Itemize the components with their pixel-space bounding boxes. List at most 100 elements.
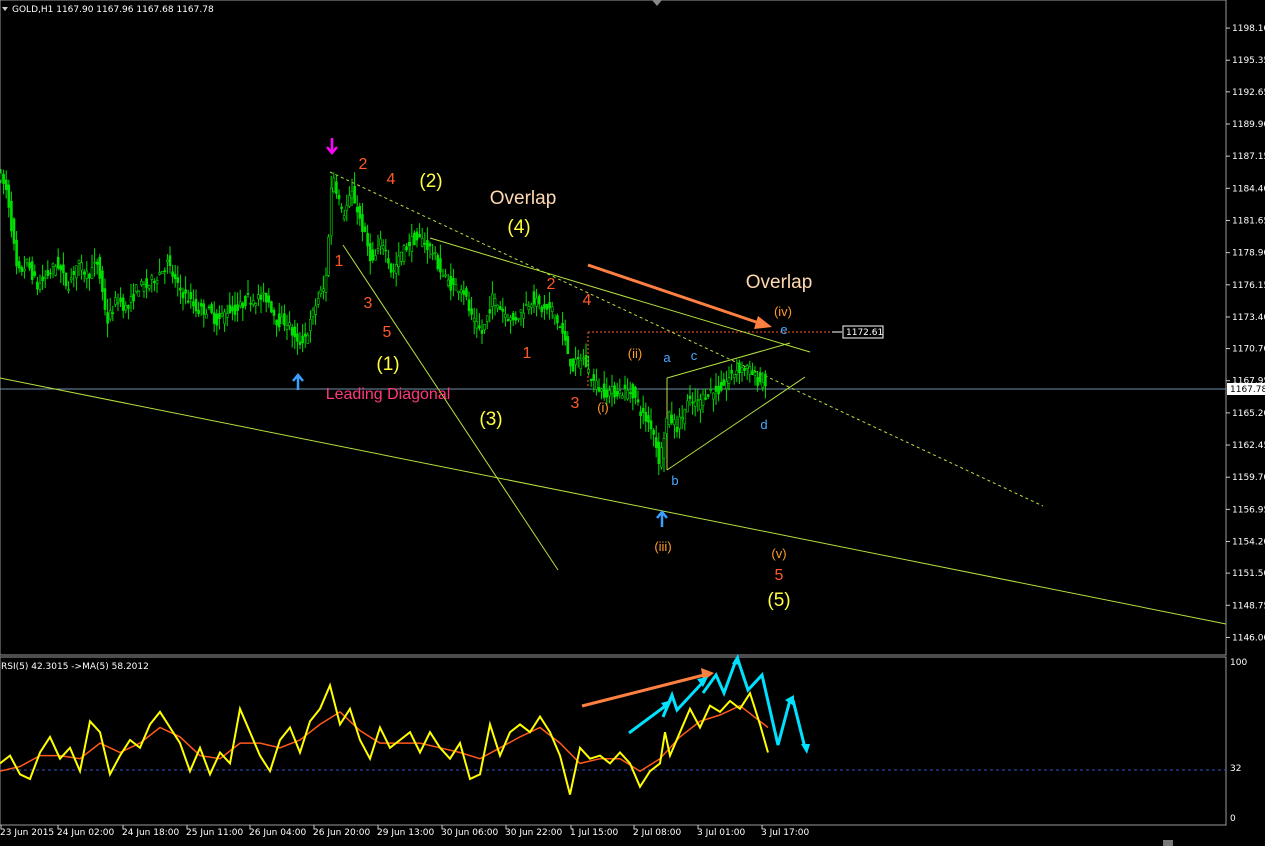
candle-body — [166, 259, 169, 262]
candle-body — [426, 240, 429, 250]
candle-body — [145, 278, 148, 288]
candle-body — [537, 295, 541, 305]
candle-body — [17, 261, 21, 269]
time-tick-label: 24 Jun 18:00 — [122, 828, 179, 838]
candle-body — [33, 271, 37, 276]
scroll-marker-icon[interactable] — [652, 0, 662, 6]
candle-body — [719, 382, 723, 391]
candle-body — [186, 300, 190, 303]
candle-body — [106, 312, 109, 324]
candle-body — [550, 306, 554, 312]
candle-body — [309, 318, 312, 331]
symbol-dropdown-icon[interactable] — [2, 7, 8, 11]
candle-body — [558, 326, 562, 329]
candle-body — [761, 382, 765, 388]
candle-body — [244, 295, 247, 307]
candle-body — [660, 447, 663, 468]
candle-body — [220, 313, 224, 317]
price-axis: 1198.10 1195.35 1192.65 1189.90 1187.15 1184.… — [1226, 24, 1265, 643]
buy-arrow-icon-2 — [656, 510, 668, 527]
candle-body — [327, 236, 330, 276]
candle-body — [621, 395, 624, 399]
candle-body — [670, 414, 674, 424]
candle-body — [628, 392, 632, 394]
price-tick-label: 1195.35 — [1232, 56, 1265, 66]
candle-body — [509, 317, 512, 321]
candle-body — [402, 245, 406, 262]
candle-body — [467, 299, 471, 312]
candle-body — [147, 285, 151, 289]
candle-body — [379, 238, 382, 247]
time-tick-label: 29 Jun 13:00 — [377, 828, 434, 838]
wave-label: b — [671, 473, 678, 488]
symbol-header: GOLD,H1 1167.90 1167.96 1167.68 1167.78 — [12, 5, 214, 15]
time-axis: 23 Jun 2015 24 Jun 02:00 24 Jun 18:00 25 Ju… — [0, 825, 810, 838]
price-tick-label: 1154.20 — [1232, 538, 1265, 548]
candle-body — [36, 281, 39, 290]
candle-body — [298, 341, 302, 345]
candle-body — [579, 359, 583, 370]
candle-body — [121, 297, 125, 311]
candle-body — [77, 259, 81, 264]
candle-body — [257, 294, 260, 300]
candle-body — [553, 314, 557, 319]
candle-body — [636, 399, 640, 403]
candle-body — [207, 306, 211, 309]
candle-body — [75, 265, 78, 279]
candle-body — [150, 275, 154, 280]
triangle-bottom-line — [666, 376, 806, 471]
time-tick-label: 2 Jul 08:00 — [633, 828, 682, 838]
candle-body — [582, 357, 585, 360]
candle-body — [693, 401, 697, 407]
price-tick-label: 1148.75 — [1232, 601, 1265, 611]
candle-body — [218, 313, 221, 320]
candle-body — [90, 266, 94, 279]
candle-body — [241, 302, 245, 308]
candle-body — [306, 334, 310, 344]
candle-body — [470, 308, 473, 315]
candle-body — [238, 301, 242, 307]
candle-body — [93, 261, 96, 264]
candle-body — [545, 303, 549, 310]
candle-body — [485, 315, 489, 322]
candle-body — [462, 290, 466, 295]
candle-body — [314, 305, 317, 315]
candle-body — [446, 279, 450, 287]
candle-body — [605, 389, 609, 398]
candle-body — [566, 336, 570, 355]
candle-body — [457, 291, 460, 294]
candle-body — [231, 306, 234, 312]
candle-body — [176, 277, 180, 283]
candle-body — [283, 313, 286, 326]
price-tick-label: 1187.15 — [1232, 152, 1265, 162]
candle-body — [496, 305, 499, 309]
price-tick-label: 1170.70 — [1232, 345, 1265, 355]
candle-body — [210, 304, 213, 313]
price-tick-label: 1178.90 — [1232, 249, 1265, 259]
candle-body — [12, 218, 16, 244]
candle-body — [387, 258, 390, 264]
scroll-handle[interactable] — [1163, 840, 1173, 846]
candle-body — [371, 249, 375, 261]
candle-body — [517, 317, 520, 320]
candle-body — [740, 367, 744, 373]
rsi-tick-label: 32 — [1230, 764, 1241, 774]
candle-body — [160, 271, 164, 275]
candle-body — [101, 270, 104, 293]
candle-body — [311, 309, 315, 318]
candle-body — [98, 256, 102, 279]
candle-body — [584, 355, 588, 368]
candle-body — [753, 372, 757, 376]
price-tick-label: 1181.65 — [1232, 216, 1265, 226]
candle-body — [631, 384, 635, 399]
candle-body — [62, 264, 65, 273]
candle-body — [228, 304, 232, 314]
candle-body — [7, 184, 11, 208]
candle-body — [137, 290, 141, 297]
candle-body — [522, 312, 525, 319]
candle-body — [535, 297, 538, 307]
candle-body — [392, 270, 395, 272]
candle-body — [277, 313, 281, 328]
candle-body — [337, 194, 341, 200]
time-tick-label: 3 Jul 17:00 — [761, 828, 810, 838]
